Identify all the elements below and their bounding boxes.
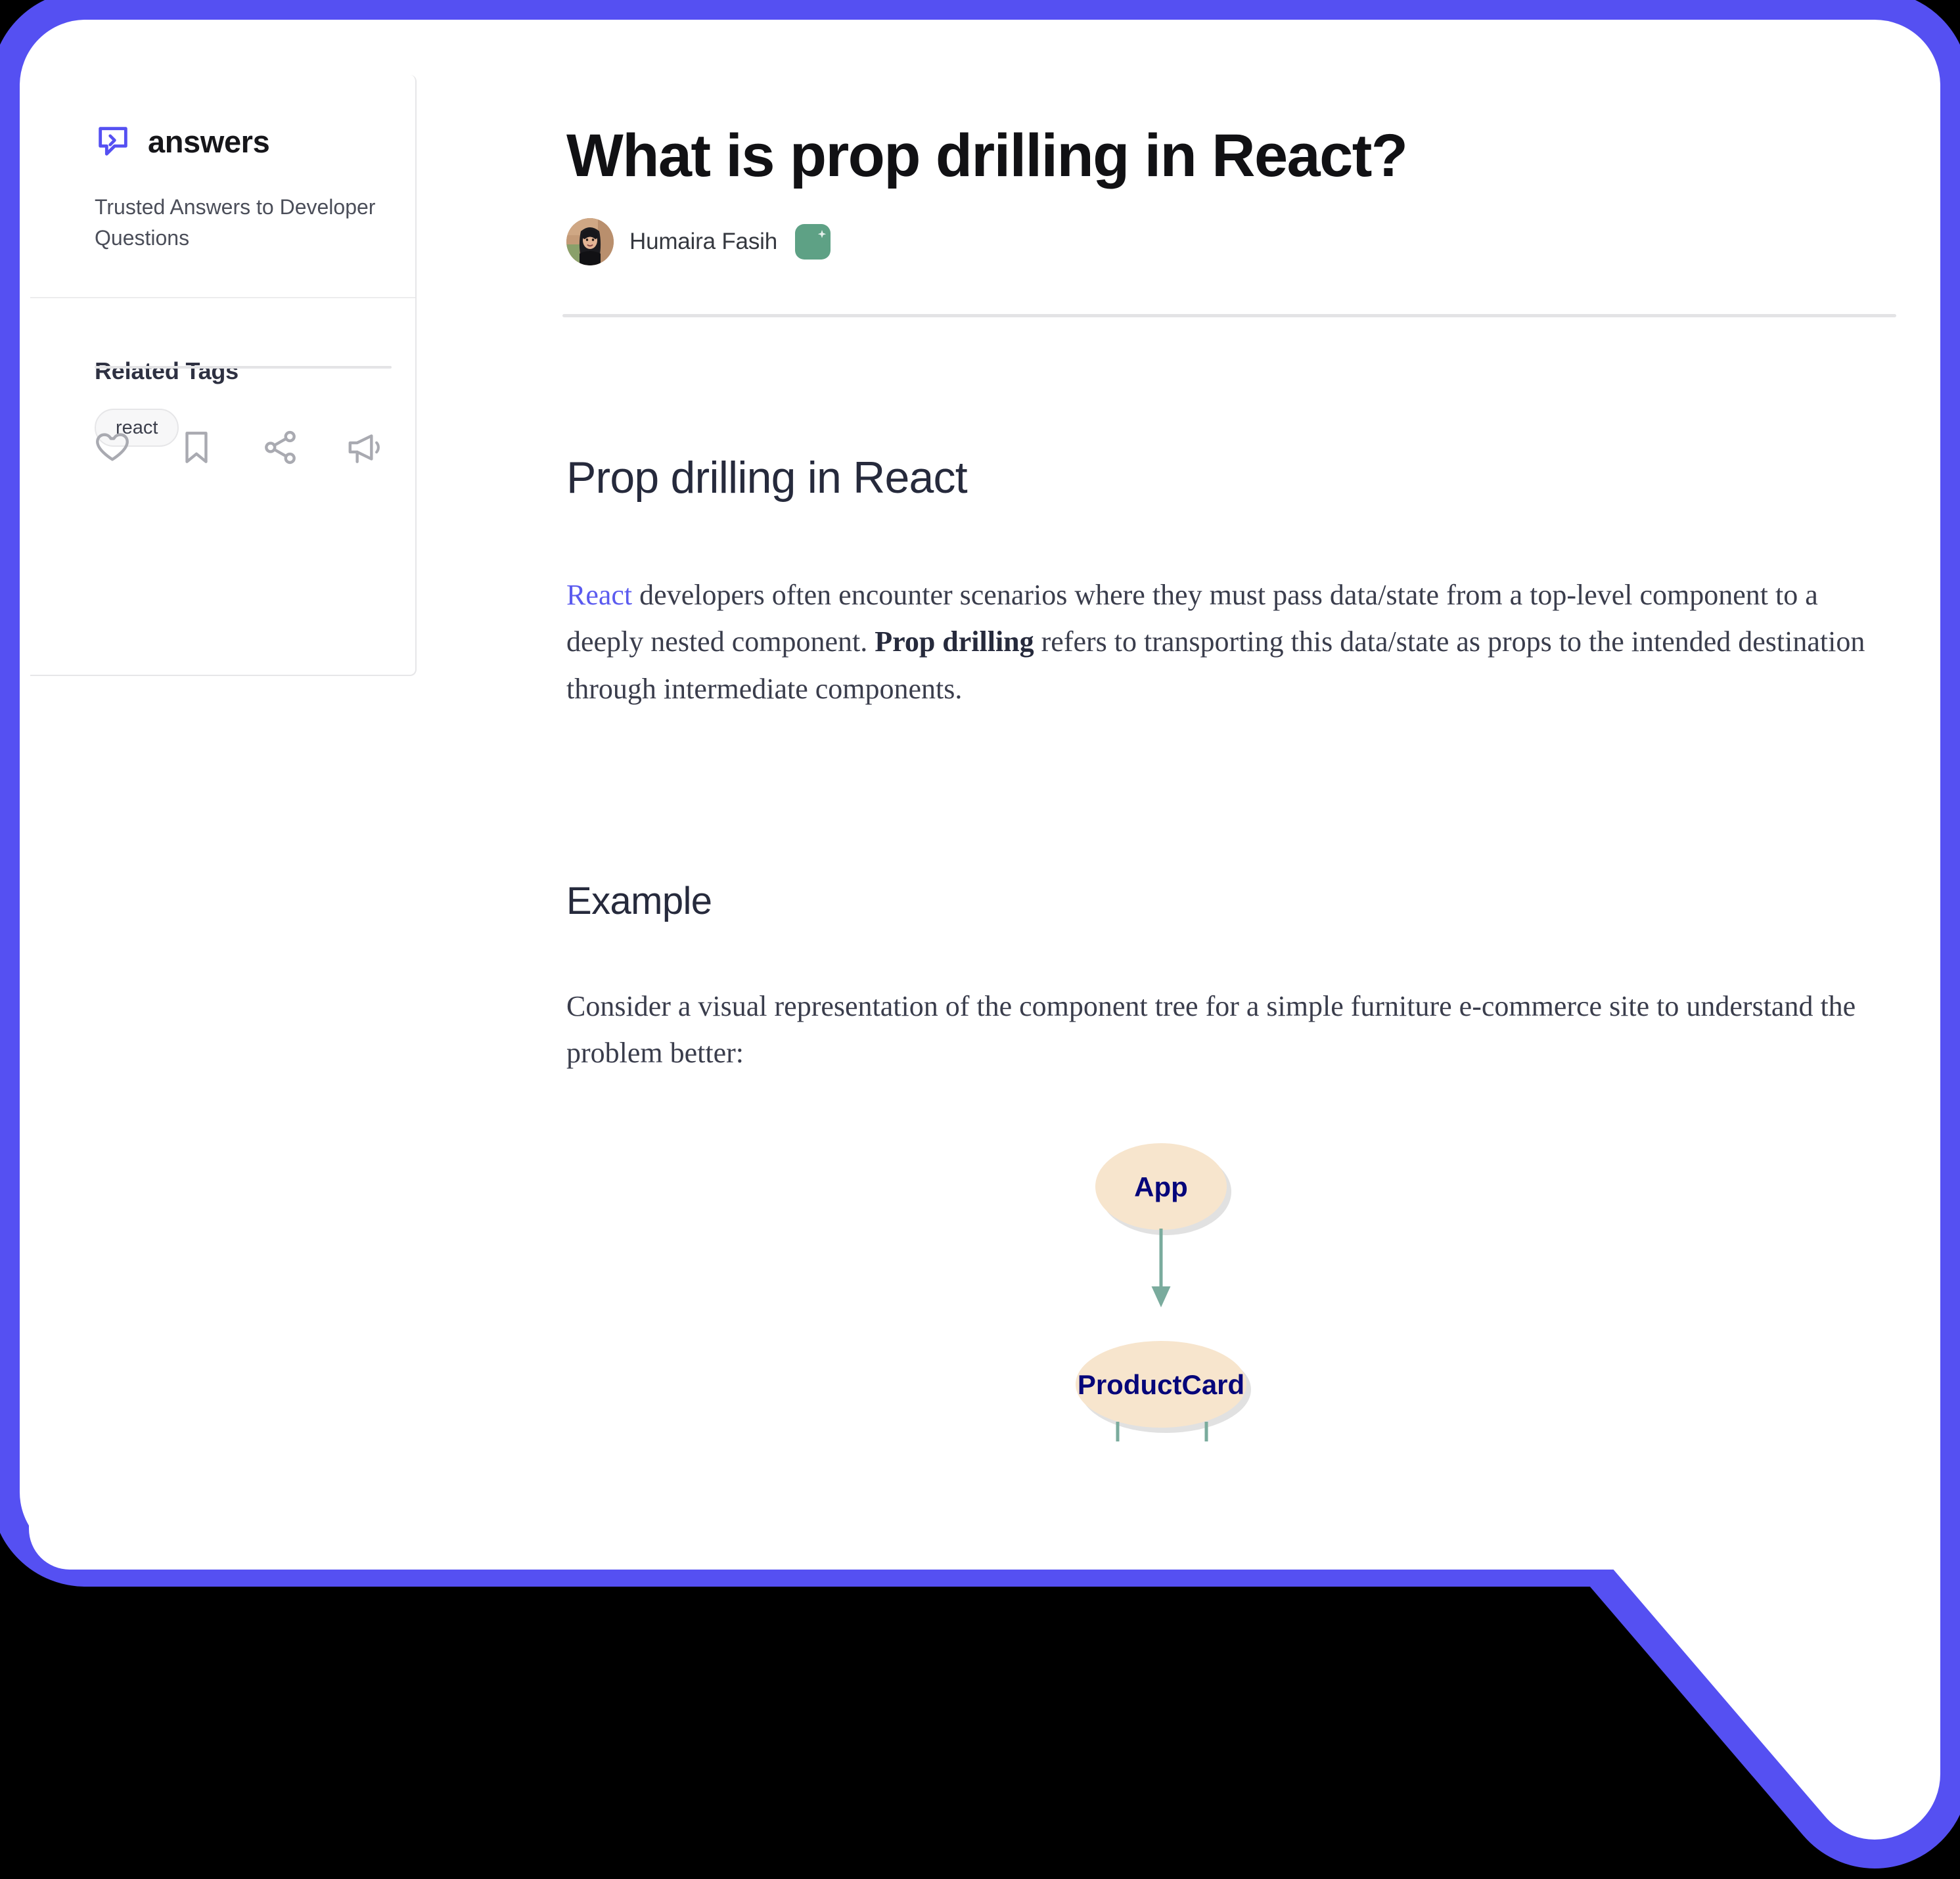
like-button[interactable] <box>92 423 176 472</box>
share-button[interactable] <box>260 423 344 472</box>
section-heading-example: Example <box>566 880 712 922</box>
answers-page: answers Trusted Answers to Developer Que… <box>29 29 1931 1570</box>
report-icon <box>344 427 385 468</box>
section-heading-prop-drilling: Prop drilling in React <box>566 453 968 503</box>
diagram-node-app: App <box>1095 1143 1231 1235</box>
component-tree-diagram: App ProductCard <box>528 1106 1931 1570</box>
chat-code-icon <box>94 122 132 160</box>
author-row[interactable]: Humaira Fasih <box>566 218 832 265</box>
report-button[interactable] <box>344 423 428 472</box>
speech-bubble-frame: answers Trusted Answers to Developer Que… <box>0 0 1960 1879</box>
node-app-label: App <box>1134 1171 1188 1202</box>
paragraph-example: Consider a visual representation of the … <box>566 990 1856 1070</box>
page-title: What is prop drilling in React? <box>566 122 1408 189</box>
avatar <box>566 218 614 265</box>
like-icon <box>92 427 133 468</box>
brand-logo-row[interactable]: answers <box>94 122 270 160</box>
brand-tagline: Trusted Answers to Developer Questions <box>95 195 376 250</box>
share-icon <box>260 427 301 468</box>
node-productcard-label: ProductCard <box>1078 1369 1244 1400</box>
related-tags-title: Related Tags <box>95 357 239 384</box>
author-name: Humaira Fasih <box>629 229 777 254</box>
p1-bold-term: Prop drilling <box>875 625 1034 658</box>
header-divider <box>562 314 1896 317</box>
sidebar-divider <box>95 366 392 369</box>
verified-badge <box>793 222 832 261</box>
sidebar: answers Trusted Answers to Developer Que… <box>30 75 417 676</box>
article-main: What is prop drilling in React? Humaira … <box>528 29 1931 1570</box>
react-link[interactable]: React <box>566 579 632 611</box>
bookmark-button[interactable] <box>176 423 260 472</box>
bookmark-icon <box>176 427 217 468</box>
article-actions <box>92 423 428 472</box>
brand-block: answers Trusted Answers to Developer Que… <box>30 75 415 298</box>
paragraph-prop-drilling: React developers often encounter scenari… <box>566 572 1880 712</box>
brand-name: answers <box>148 124 270 159</box>
diagram-node-productcard: ProductCard <box>1076 1341 1251 1433</box>
